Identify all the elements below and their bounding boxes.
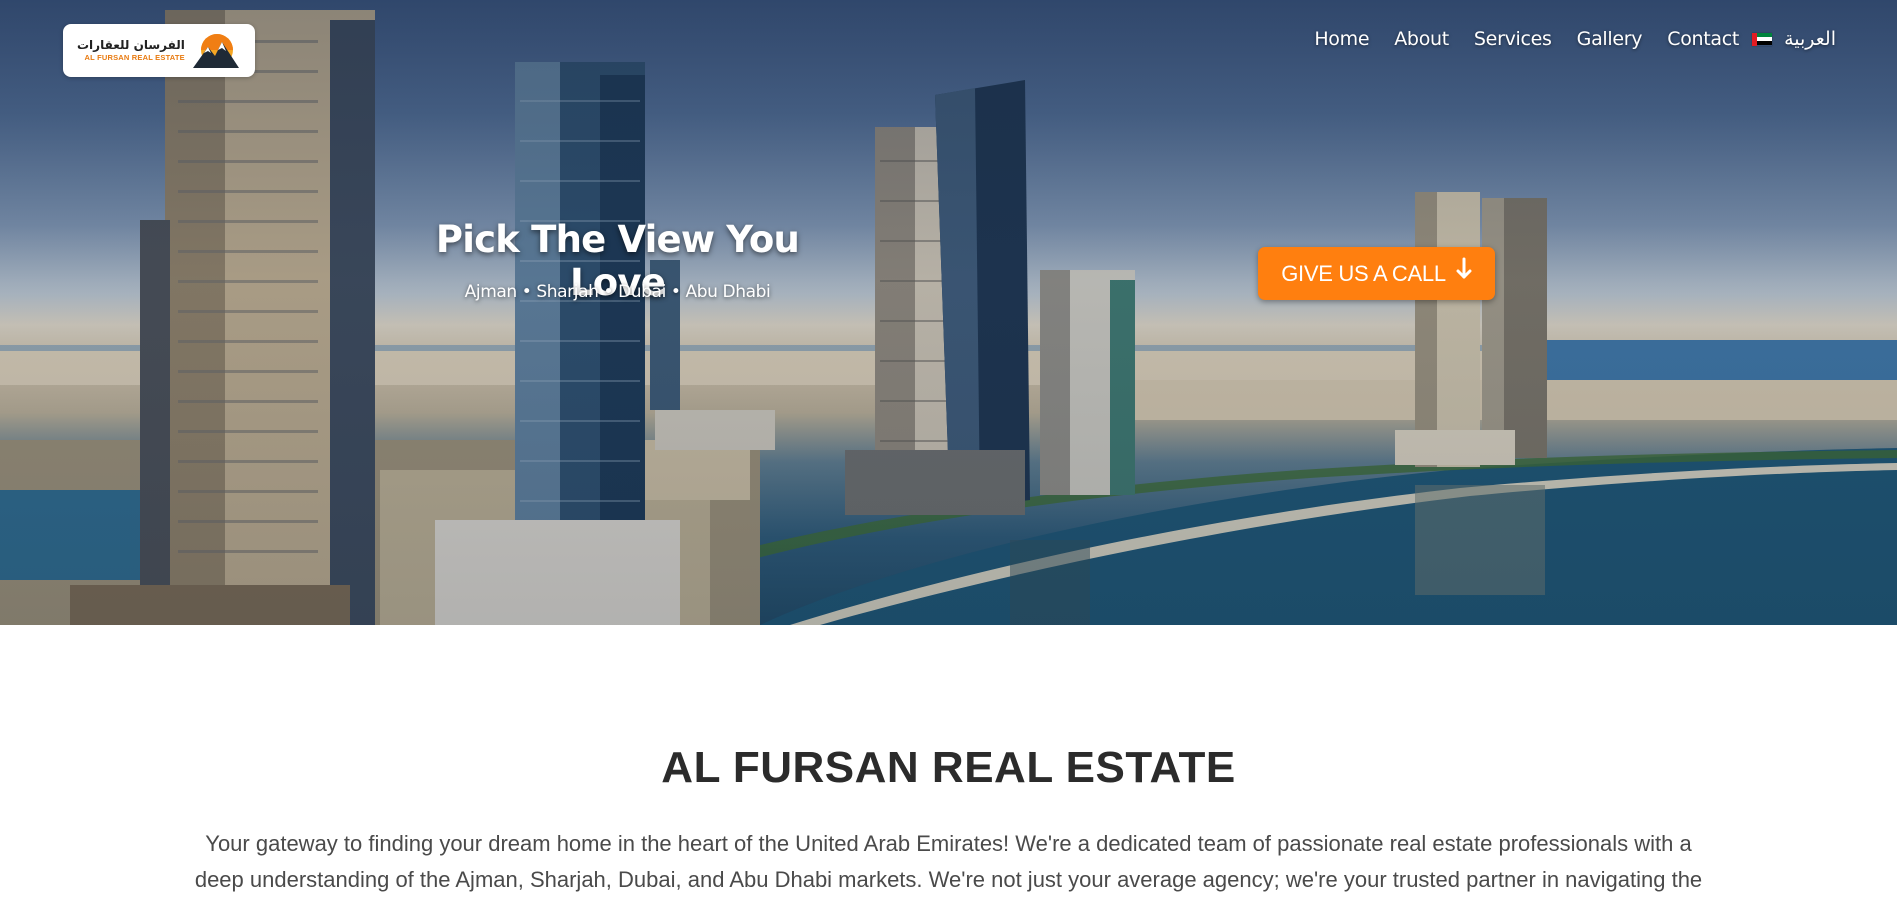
uae-flag-icon	[1752, 32, 1773, 46]
nav-home-link[interactable]: Home	[1314, 28, 1369, 50]
logo-arabic-text: الفرسان للعقارات	[77, 38, 185, 53]
cta-label: GIVE US A CALL	[1281, 260, 1446, 286]
language-switcher[interactable]: العربية	[1752, 28, 1836, 50]
site-logo[interactable]: الفرسان للعقارات AL FURSAN REAL ESTATE	[63, 24, 255, 77]
main-navigation: Home About Services Gallery Contact العر…	[1314, 28, 1836, 50]
about-section-text: Your gateway to finding your dream home …	[194, 831, 1703, 907]
nav-contact-link[interactable]: Contact	[1667, 28, 1739, 50]
arrow-down-icon	[1456, 257, 1472, 278]
nav-gallery-link[interactable]: Gallery	[1577, 28, 1643, 50]
about-section-title: AL FURSAN REAL ESTATE	[661, 743, 1236, 792]
give-us-a-call-button[interactable]: GIVE US A CALL	[1258, 247, 1495, 300]
hero-banner	[0, 0, 1897, 625]
nav-about-link[interactable]: About	[1394, 28, 1449, 50]
mountain-sun-logo-icon	[192, 33, 239, 68]
logo-english-text: AL FURSAN REAL ESTATE	[84, 53, 185, 63]
arabic-language-link[interactable]: العربية	[1784, 28, 1836, 50]
hero-subtitle: Ajman • Sharjah • Dubai • Abu Dhabi	[464, 282, 771, 302]
hero-overlay	[0, 0, 1897, 625]
logo-wordmark: الفرسان للعقارات AL FURSAN REAL ESTATE	[77, 39, 185, 62]
nav-services-link[interactable]: Services	[1474, 28, 1552, 50]
